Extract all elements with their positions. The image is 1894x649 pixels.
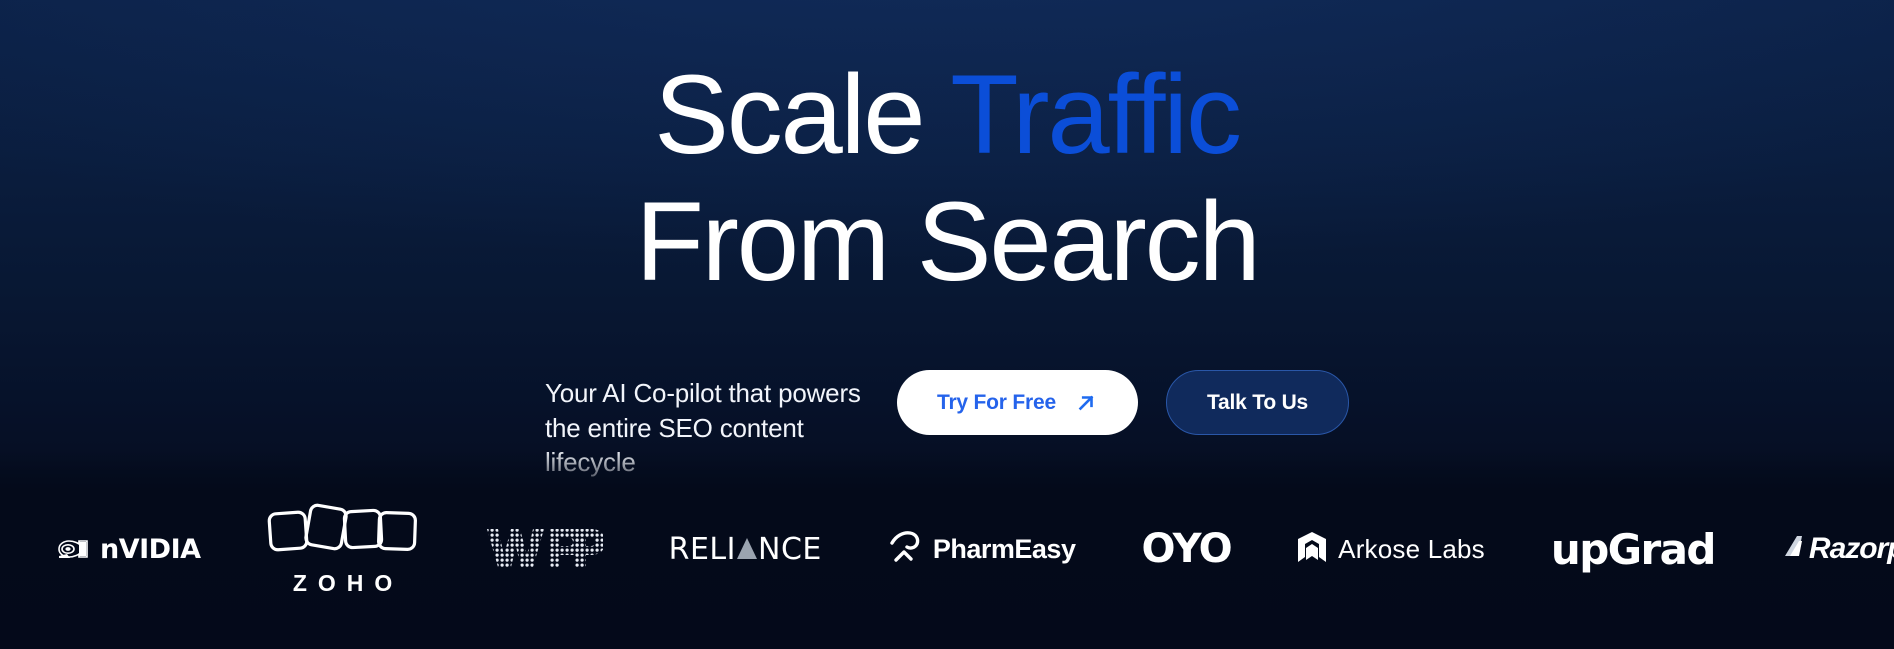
- try-for-free-button[interactable]: Try For Free: [896, 370, 1138, 435]
- razorpay-wordmark: Razorpay: [1808, 532, 1894, 565]
- arkose-shield-icon: [1297, 530, 1327, 569]
- logo-zoho[interactable]: ZOHO: [267, 494, 419, 604]
- logo-oyo[interactable]: OYO: [1141, 494, 1233, 604]
- talk-to-us-label: Talk To Us: [1206, 390, 1309, 414]
- arrow-up-right-icon: [1074, 391, 1098, 415]
- zoho-squares-icon: [267, 501, 419, 564]
- headline-line-1: Scale Traffic: [0, 52, 1894, 179]
- headline-line-2: From Search: [635, 178, 1260, 304]
- razorpay-chevron-icon: [1781, 532, 1805, 567]
- reliance-wordmark: RELI NCE: [669, 532, 822, 567]
- pharmeasy-icon: [888, 530, 924, 569]
- headline-accent-word: Traffic: [950, 52, 1242, 177]
- wpp-dotted-icon: [485, 523, 605, 576]
- headline-prefix: Scale: [654, 52, 951, 177]
- logo-arkose-labs[interactable]: Arkose Labs: [1297, 494, 1485, 604]
- logo-nvidia[interactable]: nVIDIA: [56, 494, 201, 604]
- zoho-wordmark: ZOHO: [292, 570, 404, 596]
- reliance-text-part-1: RELI: [668, 531, 736, 567]
- page-title: Scale Traffic From Search: [0, 52, 1894, 305]
- nvidia-eye-icon: [56, 536, 90, 562]
- logo-upgrad[interactable]: upGrad: [1550, 494, 1717, 604]
- logo-pharmeasy[interactable]: PharmEasy: [888, 494, 1076, 604]
- talk-to-us-button[interactable]: Talk To Us: [1165, 370, 1350, 435]
- nvidia-wordmark: nVIDIA: [100, 533, 201, 565]
- reliance-triangle-icon: [737, 537, 757, 559]
- logo-reliance[interactable]: RELINCE RELIANCE: [669, 494, 822, 604]
- logo-razorpay[interactable]: Razorpay: [1781, 494, 1894, 604]
- hero-section: Scale Traffic From Search Your AI Co-pil…: [0, 0, 1894, 649]
- logo-wpp[interactable]: WPP: [485, 494, 605, 604]
- try-for-free-label: Try For Free: [936, 390, 1056, 414]
- cta-button-group: Try For Free Talk To Us: [896, 370, 1350, 435]
- upgrad-wordmark: upGrad: [1550, 524, 1717, 574]
- arkose-wordmark: Arkose Labs: [1338, 533, 1485, 564]
- customer-logo-strip: nVIDIA ZOHO RELI NCE PharmEasy OYO Arkos…: [0, 449, 1894, 649]
- reliance-text-part-2: NCE: [758, 531, 822, 567]
- oyo-wordmark: OYO: [1141, 526, 1233, 572]
- pharmeasy-wordmark: PharmEasy: [932, 533, 1076, 564]
